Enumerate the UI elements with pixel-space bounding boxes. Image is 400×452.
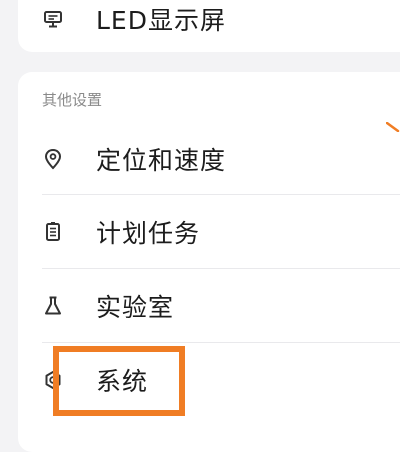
section-title: 其他设置 bbox=[42, 91, 103, 109]
clipboard-icon bbox=[42, 221, 64, 243]
system-gear-icon bbox=[42, 369, 64, 391]
monitor-icon bbox=[42, 8, 64, 30]
location-pin-icon bbox=[42, 148, 64, 170]
menu-item-label: 定位和速度 bbox=[96, 146, 227, 175]
menu-item-label: 实验室 bbox=[96, 293, 175, 322]
menu-item-scheduled-tasks[interactable]: 计划任务 bbox=[18, 195, 400, 269]
menu-item-label: 计划任务 bbox=[96, 219, 201, 248]
flask-icon bbox=[42, 295, 64, 317]
led-settings-card: LED显示屏 bbox=[18, 0, 400, 52]
menu-item-label: LED显示屏 bbox=[96, 6, 226, 35]
menu-item-lab[interactable]: 实验室 bbox=[18, 269, 400, 343]
orange-arrow-mark bbox=[386, 122, 400, 132]
other-settings-card: 其他设置 定位和速度 计划任务 实验室 系统 bbox=[18, 72, 400, 452]
menu-item-system[interactable]: 系统 bbox=[18, 343, 400, 417]
menu-item-led-display[interactable]: LED显示屏 bbox=[18, 0, 400, 56]
menu-item-label: 系统 bbox=[96, 367, 149, 396]
menu-item-location-speed[interactable]: 定位和速度 bbox=[18, 122, 400, 196]
